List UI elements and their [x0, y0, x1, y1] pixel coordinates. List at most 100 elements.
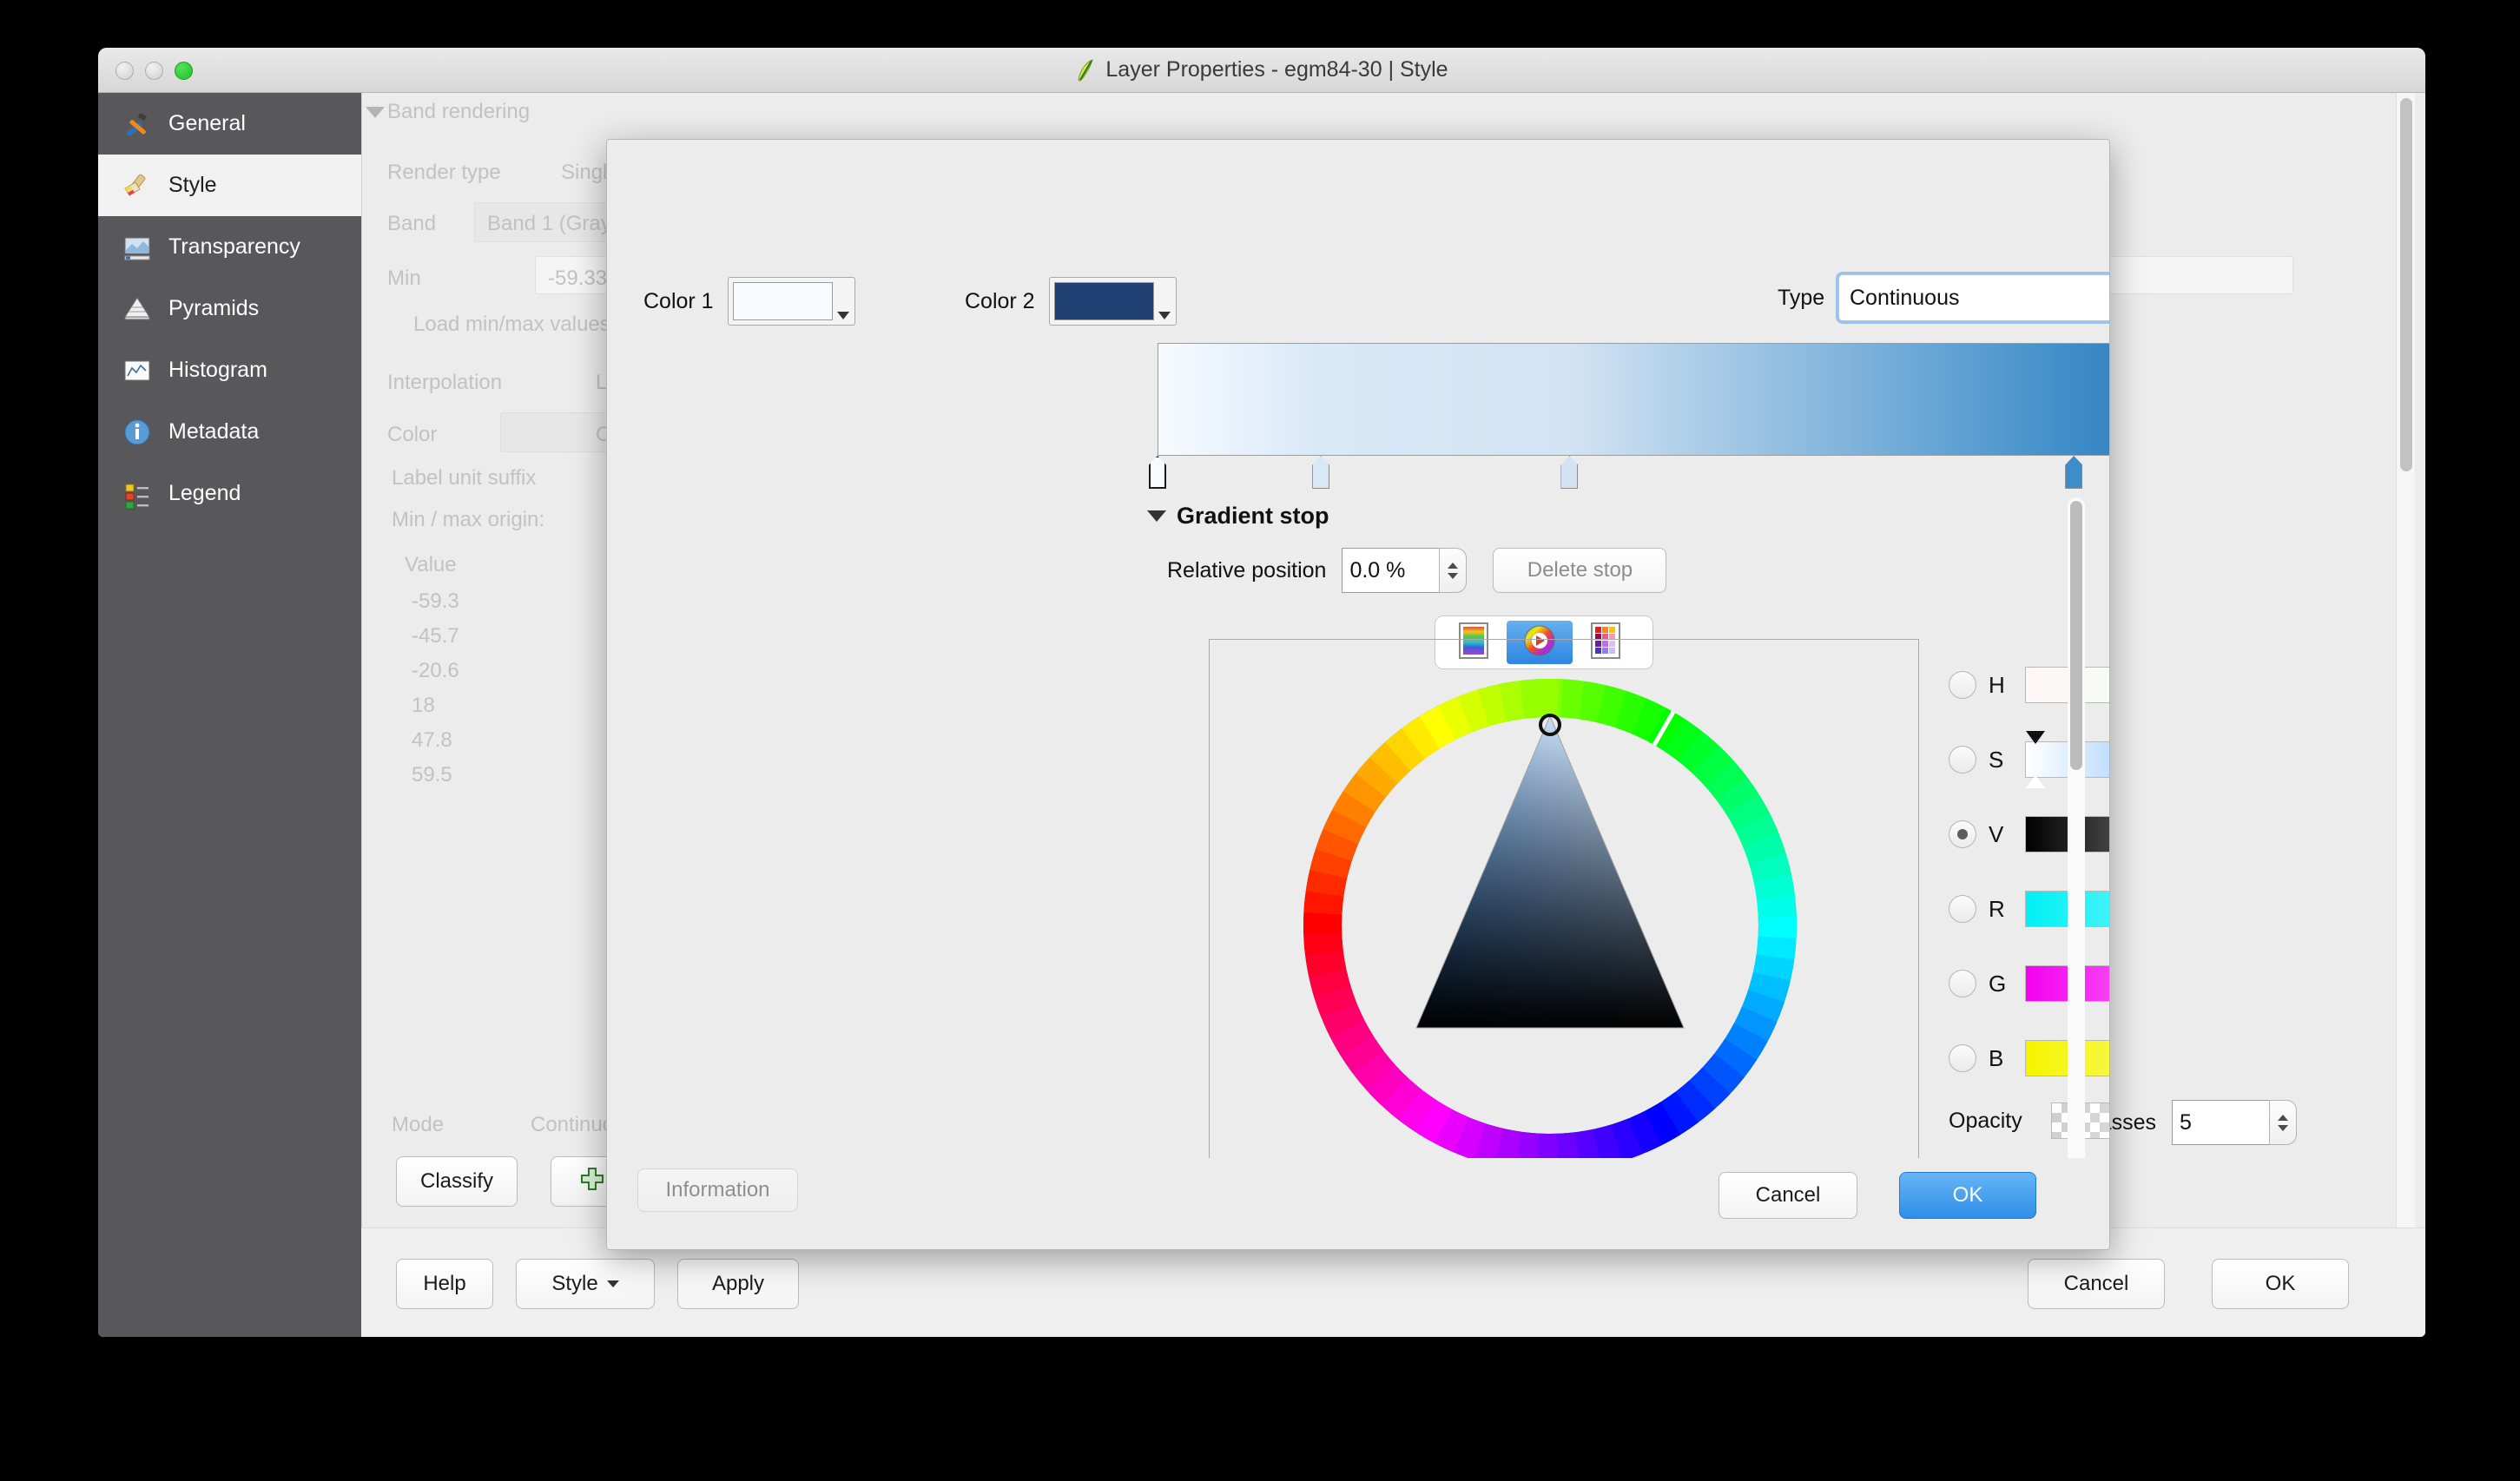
scrollbar-thumb[interactable] [2070, 501, 2082, 770]
apply-button[interactable]: Apply [677, 1259, 799, 1309]
chevron-down-icon [1448, 572, 1459, 579]
gradient-stop-title: Gradient stop [1177, 503, 1329, 529]
delete-stop-button[interactable]: Delete stop [1493, 548, 1667, 593]
sidebar-item-label: Pyramids [168, 296, 260, 320]
window-ok-button[interactable]: OK [2212, 1259, 2349, 1309]
channel-radio-g[interactable] [1949, 970, 1976, 997]
chevron-up-icon [2278, 1114, 2288, 1121]
slider-marker[interactable] [2026, 731, 2046, 744]
gradient-stop-handles[interactable] [1149, 456, 2109, 490]
dialog-ok-button[interactable]: OK [1899, 1172, 2036, 1219]
gradient-preview[interactable] [1158, 343, 2109, 456]
information-button[interactable]: Information [637, 1168, 798, 1212]
color2-control[interactable]: Color 2 [965, 277, 1177, 326]
sidebar-item-label: Metadata [168, 419, 260, 444]
sidebar-item-style[interactable]: Style [98, 155, 361, 216]
channel-radio-h[interactable] [1949, 671, 1976, 699]
dialog-cancel-button[interactable]: Cancel [1718, 1172, 1857, 1219]
render-type-label: Render type [387, 161, 501, 184]
classify-button[interactable]: Classify [396, 1156, 518, 1207]
classes-stepper-arrows[interactable] [2269, 1100, 2297, 1145]
type-label: Type [1778, 286, 1825, 310]
channel-label: V [1989, 820, 2004, 847]
color2-label: Color 2 [965, 288, 1035, 313]
sidebar-item-legend[interactable]: Legend [98, 463, 361, 524]
relative-position-input[interactable] [1342, 548, 1440, 593]
gradient-stop-handle[interactable] [1149, 456, 1166, 489]
sidebar: General Style Transparency Pyramids Hist… [98, 93, 361, 1337]
color-slider-row-b[interactable]: B255 [1949, 1021, 2109, 1096]
zoom-button[interactable] [175, 62, 193, 80]
chevron-down-icon [1158, 312, 1171, 319]
classes-control[interactable]: Classes [2079, 1100, 2297, 1145]
sidebar-item-general[interactable]: General [98, 93, 361, 155]
color2-swatch-combo[interactable] [1048, 277, 1177, 326]
relative-position-label: Relative position [1167, 557, 1327, 583]
color-sliders[interactable]: H210°S3%V100%R247G251B255 [1949, 648, 2109, 1096]
style-menu-button[interactable]: Style [516, 1259, 655, 1309]
color-slider-row-s[interactable]: S3% [1949, 722, 2109, 797]
sidebar-item-transparency[interactable]: Transparency [98, 216, 361, 278]
channel-radio-r[interactable] [1949, 895, 1976, 923]
load-minmax-label[interactable]: Load min/max values [413, 313, 610, 337]
classes-stepper[interactable] [2172, 1100, 2297, 1145]
window-cancel-button[interactable]: Cancel [2028, 1259, 2165, 1309]
channel-radio-b[interactable] [1949, 1044, 1976, 1072]
sidebar-item-label: General [168, 111, 246, 135]
table-header-value: Value [405, 553, 457, 576]
opacity-label: Opacity [1949, 1108, 2022, 1133]
color1-dropdown-arrow[interactable] [833, 278, 854, 325]
color-slider-row-h[interactable]: H210° [1949, 648, 2109, 722]
relative-position-stepper[interactable] [1342, 548, 1468, 593]
paintbrush-icon [121, 169, 154, 202]
opacity-control[interactable]: Opacity 100% [1949, 1099, 2109, 1142]
color1-label: Color 1 [643, 288, 714, 313]
color1-control[interactable]: Color 1 [643, 277, 855, 326]
color-slider-row-r[interactable]: R247 [1949, 872, 2109, 946]
window-title: Layer Properties - egm84-30 | Style [1075, 57, 1448, 82]
slider-marker-lower [2026, 775, 2046, 788]
table-cell-value: -45.7 [412, 624, 459, 648]
color-slider-row-g[interactable]: G251 [1949, 946, 2109, 1021]
classes-input[interactable] [2172, 1100, 2269, 1145]
color2-swatch[interactable] [1053, 282, 1154, 320]
sidebar-item-metadata[interactable]: Metadata [98, 401, 361, 463]
gradient-stop-handle[interactable] [1560, 456, 1579, 489]
type-combo[interactable]: Continuous ▲▼ [1838, 274, 2109, 321]
channel-label: H [1989, 671, 2005, 698]
color-wheel[interactable] [1283, 659, 1817, 1192]
channel-radio-s[interactable] [1949, 746, 1976, 773]
color1-swatch[interactable] [732, 282, 833, 320]
channel-label: B [1989, 1044, 2004, 1071]
color-wheel-panel[interactable] [1209, 639, 1919, 1212]
channel-radio-v[interactable] [1949, 820, 1976, 848]
color1-swatch-combo[interactable] [727, 277, 855, 326]
gradient-preview-fill [1158, 344, 2109, 455]
gradient-stop-handle[interactable] [1312, 456, 1330, 489]
content-scrollbar[interactable] [2396, 93, 2415, 1228]
scrollbar-thumb[interactable] [2400, 98, 2412, 471]
help-button[interactable]: Help [396, 1259, 493, 1309]
color2-dropdown-arrow[interactable] [1154, 278, 1176, 325]
dialog-scrollbar[interactable] [2068, 497, 2085, 1166]
minimize-button[interactable] [145, 62, 163, 80]
interpolation-label: Interpolation [387, 371, 503, 394]
hue-ring-segment [1520, 679, 1559, 719]
sidebar-item-histogram[interactable]: Histogram [98, 339, 361, 401]
relative-position-control[interactable]: Relative position Delete stop [1167, 548, 1667, 593]
band-label: Band [387, 212, 437, 235]
screen: Layer Properties - egm84-30 | Style Gene… [0, 0, 2520, 1481]
relative-position-arrows[interactable] [1439, 548, 1468, 593]
gradient-stop-handle[interactable] [2065, 456, 2083, 489]
band-rendering-group-label: Band rendering [387, 100, 531, 123]
window-controls[interactable] [115, 62, 193, 80]
panel-divider [361, 93, 362, 1337]
gradient-stop-pin [1312, 456, 1330, 489]
gradient-stop-group-header[interactable]: Gradient stop [1147, 503, 1329, 530]
sidebar-item-pyramids[interactable]: Pyramids [98, 278, 361, 339]
table-cell-value: 59.5 [412, 763, 452, 787]
color-slider-row-v[interactable]: V100% [1949, 797, 2109, 872]
close-button[interactable] [115, 62, 134, 80]
color-ramp-editor-dialog: Color 1 Color 2 Type Continuous ▲▼ [606, 139, 2110, 1250]
legend-icon [121, 477, 154, 510]
